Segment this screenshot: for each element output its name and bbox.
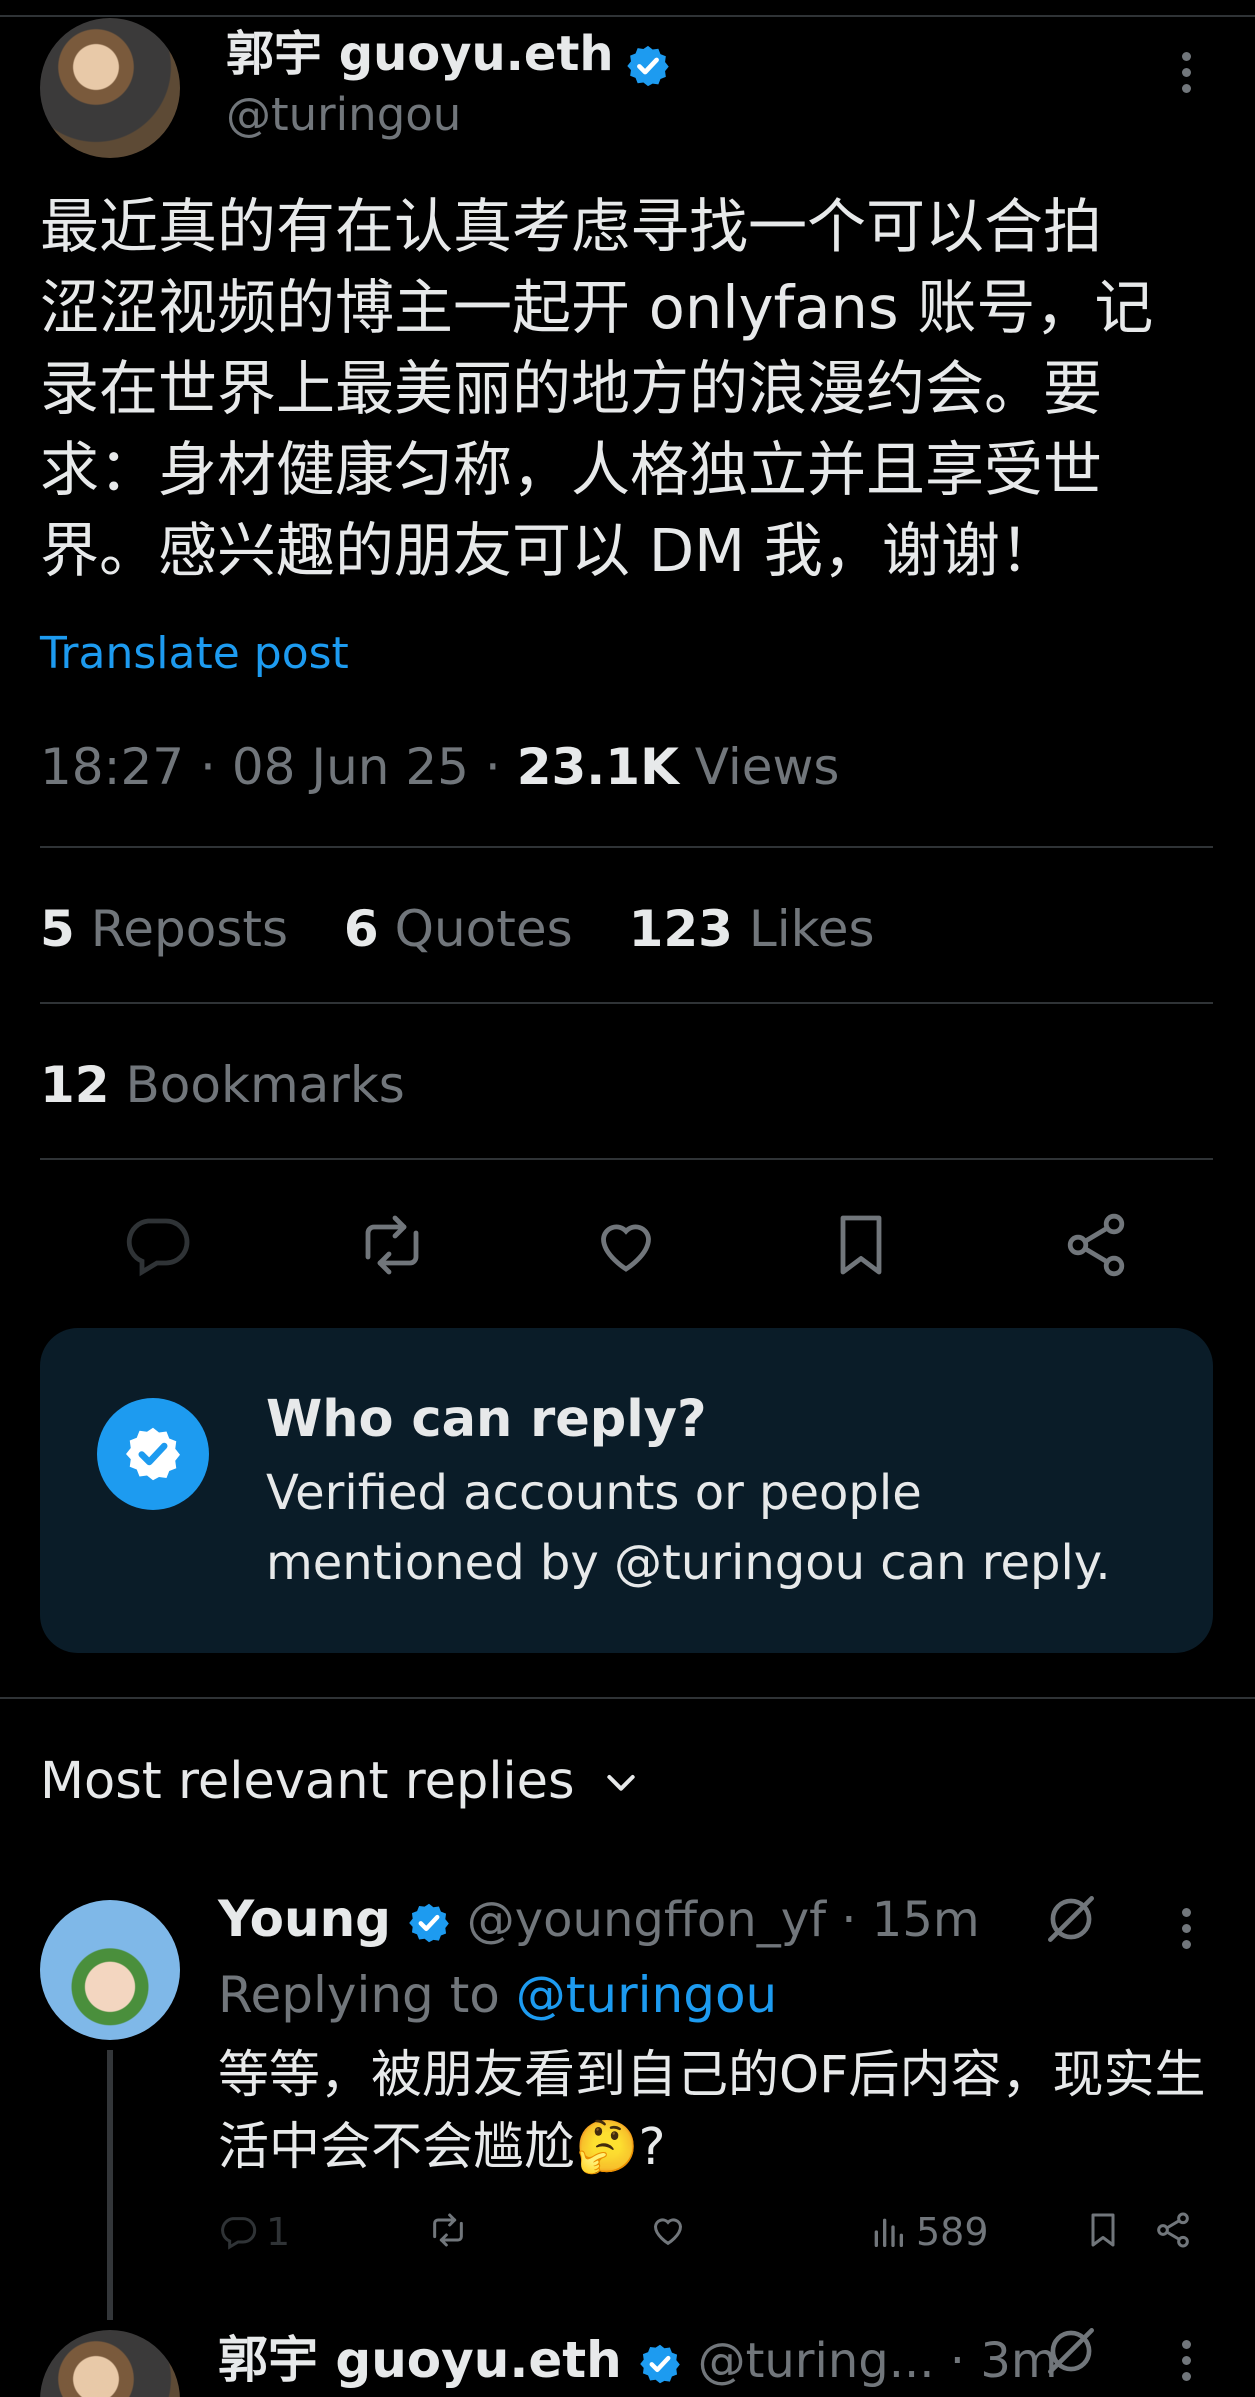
reply2-more-options-icon[interactable]: [1180, 2340, 1192, 2381]
share-icon[interactable]: [1060, 1209, 1132, 1281]
reply-views[interactable]: 589: [868, 2210, 989, 2254]
reply-icon[interactable]: [121, 1209, 193, 1281]
reply-views-count: 589: [916, 2210, 989, 2254]
author-name[interactable]: 郭宇 guoyu.eth: [226, 26, 614, 82]
views-label: Views: [694, 738, 840, 796]
views-count: 23.1K: [516, 738, 679, 796]
reply2-author-name[interactable]: 郭宇 guoyu.eth: [218, 2331, 622, 2389]
likes-stat[interactable]: 123 Likes: [629, 900, 875, 958]
like-icon[interactable]: [590, 1209, 662, 1281]
reply-like-button[interactable]: [648, 2210, 688, 2250]
verified-badge-icon: [409, 1903, 449, 1942]
reply-bookmark-button[interactable]: [1083, 2210, 1123, 2250]
section-divider: [0, 1697, 1255, 1699]
views-chart-icon: [874, 2218, 903, 2247]
card-title: Who can reply?: [266, 1390, 707, 1449]
sort-label: Most relevant replies: [40, 1752, 575, 1811]
post-date[interactable]: 08 Jun 25: [232, 738, 469, 796]
reply-text: 等等，被朋友看到自己的OF后内容，现实生活中会不会尴尬🤔?: [218, 2046, 1206, 2177]
reply2-header: 郭宇 guoyu.eth @turing... · 3m: [218, 2331, 1058, 2389]
grok-icon[interactable]: [1040, 2320, 1102, 2382]
post-action-bar: [40, 1190, 1213, 1300]
reply-action-bar: 1 589: [218, 2210, 1218, 2270]
bookmark-icon[interactable]: [825, 1209, 897, 1281]
meta-separator: ·: [484, 738, 501, 796]
meta-separator: ·: [200, 738, 216, 796]
quotes-stat[interactable]: 6 Quotes: [344, 900, 573, 958]
repost-icon: [433, 2213, 463, 2247]
post-meta: 18:27 · 08 Jun 25 · 23.1K Views: [40, 738, 839, 796]
reply-count: 1: [266, 2210, 291, 2254]
divider: [40, 1158, 1213, 1160]
bookmarks-stat[interactable]: 12 Bookmarks: [40, 1056, 405, 1114]
reposts-stat[interactable]: 5 Reposts: [40, 900, 288, 958]
reply-reply-button[interactable]: 1: [218, 2210, 290, 2254]
translate-post-link[interactable]: Translate post: [40, 628, 349, 679]
like-icon: [653, 2218, 683, 2246]
divider: [40, 1002, 1213, 1004]
author-handle[interactable]: @turingou: [226, 88, 461, 141]
reply-time[interactable]: 15m: [872, 1892, 980, 1948]
reply2-author-handle[interactable]: @turing...: [698, 2333, 935, 2389]
card-body: Verified accounts or people mentioned by…: [266, 1465, 1111, 1591]
replies-sort-dropdown[interactable]: Most relevant replies: [40, 1752, 641, 1811]
reply-author-handle[interactable]: @youngffon_yf: [467, 1892, 826, 1948]
reply-icon: [221, 2217, 257, 2250]
bookmark-icon: [1091, 2213, 1115, 2247]
divider: [40, 846, 1213, 848]
grok-icon[interactable]: [1040, 1888, 1102, 1950]
reply-share-button[interactable]: [1153, 2210, 1193, 2250]
reply-header: Young @youngffon_yf · 15m: [218, 1890, 980, 1948]
author-header: 郭宇 guoyu.eth: [226, 14, 671, 89]
who-can-reply-card: Who can reply? Verified accounts or peop…: [40, 1328, 1213, 1653]
reply-more-options-icon[interactable]: [1180, 1908, 1192, 1949]
repost-icon[interactable]: [356, 1209, 428, 1281]
reply-repost-button[interactable]: [428, 2210, 468, 2250]
verified-reply-badge-icon: [97, 1398, 209, 1510]
reply-avatar[interactable]: [40, 1900, 180, 2040]
replying-to: Replying to @turingou: [218, 1966, 778, 2024]
verified-badge-icon: [639, 2344, 680, 2383]
engagement-stats: 5 Reposts 6 Quotes 123 Likes: [40, 900, 875, 958]
post-time[interactable]: 18:27: [40, 738, 184, 796]
reply2-avatar[interactable]: [40, 2330, 180, 2397]
author-avatar[interactable]: [40, 18, 180, 158]
verified-badge-icon: [626, 45, 669, 86]
thread-line: [107, 2050, 113, 2320]
more-options-icon[interactable]: [1180, 52, 1192, 93]
post-text: 最近真的有在认真考虑寻找一个可以合拍 涩涩视频的博主一起开 onlyfans 账…: [40, 192, 1154, 585]
replying-to-handle[interactable]: @turingou: [516, 1966, 777, 2024]
reply-author-name[interactable]: Young: [218, 1890, 391, 1948]
share-icon: [1157, 2212, 1189, 2248]
chevron-down-icon: [606, 1774, 635, 1791]
